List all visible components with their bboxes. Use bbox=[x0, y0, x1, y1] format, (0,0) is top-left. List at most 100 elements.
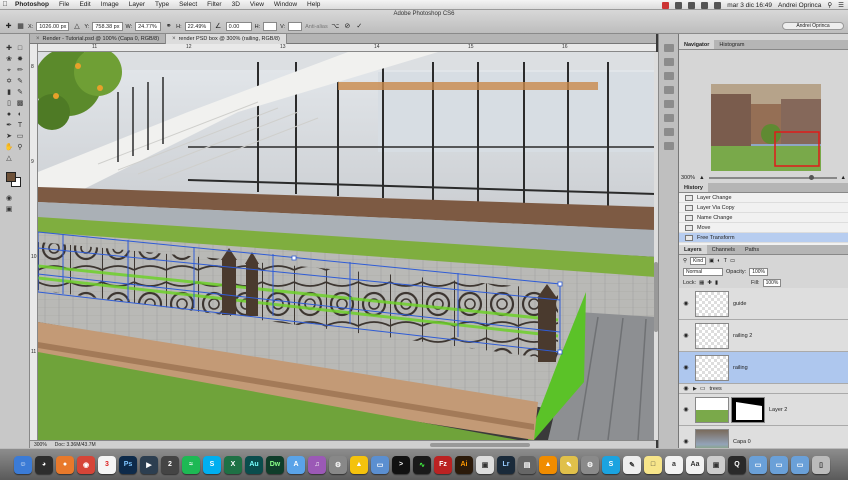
3d-tool-icon[interactable]: △ bbox=[4, 154, 14, 163]
video-icon[interactable]: ▶ bbox=[140, 455, 158, 474]
calendar-icon[interactable]: 3 bbox=[98, 455, 116, 474]
hand-tool-icon[interactable]: ✋ bbox=[4, 143, 14, 152]
stickies-icon[interactable]: □ bbox=[644, 455, 662, 474]
notifications-icon[interactable]: ☰ bbox=[838, 1, 844, 9]
move-tool-icon[interactable]: ✚ bbox=[4, 44, 14, 53]
navigator-zoom-value[interactable]: 300% bbox=[681, 175, 695, 181]
excel-icon[interactable]: X bbox=[224, 455, 242, 474]
info-panel-icon[interactable] bbox=[664, 128, 674, 136]
notes-icon[interactable]: ✎ bbox=[560, 455, 578, 474]
brush-tool-icon[interactable]: ✎ bbox=[15, 77, 25, 86]
trash-icon[interactable]: ▯ bbox=[812, 455, 830, 474]
close-tab-icon[interactable]: × bbox=[172, 34, 176, 44]
chrome-icon[interactable]: ◉ bbox=[77, 455, 95, 474]
activity-icon[interactable]: ∿ bbox=[413, 455, 431, 474]
screen-mode-icon[interactable]: ▣ bbox=[4, 205, 14, 214]
layer-mask-thumbnail[interactable] bbox=[731, 396, 765, 423]
y-field[interactable]: 758.38 px bbox=[92, 22, 123, 31]
fill-field[interactable]: 100% bbox=[762, 278, 782, 287]
filter-shape-icon[interactable]: ▭ bbox=[730, 258, 735, 264]
horizontal-ruler[interactable]: 11 12 13 14 15 16 bbox=[38, 44, 656, 52]
zoom-out-icon[interactable]: ▲ bbox=[699, 175, 704, 181]
app-icon[interactable]: 2 bbox=[161, 455, 179, 474]
doc-size[interactable]: Doc: 3.36M/43.7M bbox=[55, 442, 96, 448]
history-item[interactable]: Name Change bbox=[679, 213, 848, 223]
dictionary-icon[interactable]: Aa bbox=[686, 455, 704, 474]
store-icon[interactable]: A bbox=[287, 455, 305, 474]
menu-layer[interactable]: Layer bbox=[124, 1, 150, 8]
crop-tool-icon[interactable]: ⌖ bbox=[4, 66, 14, 75]
folder2-icon[interactable]: ▭ bbox=[749, 455, 767, 474]
visibility-eye-icon[interactable]: ◉ bbox=[679, 300, 693, 307]
type-tool-icon[interactable]: T bbox=[15, 121, 25, 130]
tab-history[interactable]: History bbox=[679, 183, 708, 192]
menu-window[interactable]: Window bbox=[269, 1, 302, 8]
layer-row[interactable]: ◉ railing 2 bbox=[679, 320, 848, 352]
settings-icon[interactable]: ⚙ bbox=[581, 455, 599, 474]
paragraph-panel-icon[interactable] bbox=[664, 114, 674, 122]
filter-type-icon[interactable]: T bbox=[724, 258, 727, 264]
blend-mode-select[interactable]: Normal bbox=[683, 267, 723, 276]
blur-tool-icon[interactable]: ● bbox=[4, 110, 14, 119]
quick-select-tool-icon[interactable]: ✸ bbox=[15, 55, 25, 64]
close-tab-icon[interactable]: × bbox=[36, 34, 40, 44]
illustrator-icon[interactable]: Ai bbox=[455, 455, 473, 474]
commit-transform-icon[interactable]: ✓ bbox=[355, 22, 364, 31]
font-icon[interactable]: a bbox=[665, 455, 683, 474]
itunes-icon[interactable]: ♫ bbox=[308, 455, 326, 474]
audition-icon[interactable]: Au bbox=[245, 455, 263, 474]
dodge-tool-icon[interactable]: ◐ bbox=[15, 110, 25, 119]
document-canvas[interactable] bbox=[38, 52, 656, 440]
healing-tool-icon[interactable]: ✡ bbox=[4, 77, 14, 86]
height-field[interactable]: 22.49% bbox=[184, 22, 211, 31]
layer-kind-select[interactable]: Kind bbox=[690, 256, 707, 265]
lasso-tool-icon[interactable]: ❀ bbox=[4, 55, 14, 64]
terminal-icon[interactable]: > bbox=[392, 455, 410, 474]
menu-select[interactable]: Select bbox=[174, 1, 202, 8]
visibility-eye-icon[interactable]: ◉ bbox=[679, 332, 693, 339]
photoshop-icon[interactable]: Ps bbox=[119, 455, 137, 474]
apple-icon[interactable]:  bbox=[0, 1, 10, 8]
vertical-ruler[interactable]: 8 9 10 11 bbox=[30, 44, 38, 440]
tool-preset-icon[interactable]: ✚ bbox=[4, 22, 13, 31]
folder3-icon[interactable]: ▭ bbox=[770, 455, 788, 474]
folder4-icon[interactable]: ▭ bbox=[791, 455, 809, 474]
tab-render-tutorial[interactable]: × Render - Tutorial.psd @ 100% (Capa 0, … bbox=[30, 34, 167, 44]
tab-histogram[interactable]: Histogram bbox=[714, 40, 749, 49]
skype-icon[interactable]: S bbox=[203, 455, 221, 474]
brush-panel-icon[interactable] bbox=[664, 142, 674, 150]
user-name[interactable]: Andrei Oprinca bbox=[778, 2, 821, 9]
vskew-field[interactable] bbox=[288, 22, 303, 31]
menu-image[interactable]: Image bbox=[96, 1, 124, 8]
quick-mask-icon[interactable]: ◉ bbox=[4, 194, 14, 203]
delta-icon[interactable]: △ bbox=[72, 22, 81, 31]
angle-field[interactable]: 0.00 bbox=[225, 22, 252, 31]
swatches-panel-icon[interactable] bbox=[664, 58, 674, 66]
monitor-icon[interactable]: ▤ bbox=[518, 455, 536, 474]
firefox-icon[interactable]: ● bbox=[56, 455, 74, 474]
history-item[interactable]: Move bbox=[679, 223, 848, 233]
preview-icon[interactable]: ▣ bbox=[476, 455, 494, 474]
lock-pixels-icon[interactable]: ▦ bbox=[699, 280, 704, 286]
history-item[interactable]: Layer Change bbox=[679, 193, 848, 203]
zoom-slider[interactable] bbox=[708, 175, 837, 180]
vlc-icon[interactable]: ▲ bbox=[539, 455, 557, 474]
google-drive-icon[interactable]: ▲ bbox=[350, 455, 368, 474]
record-icon[interactable] bbox=[662, 1, 670, 9]
warp-icon[interactable]: ⌥ bbox=[331, 22, 340, 31]
lock-all-icon[interactable]: ▮ bbox=[715, 280, 718, 286]
horizontal-scrollbar[interactable] bbox=[430, 443, 530, 447]
finder-icon[interactable]: ☺ bbox=[14, 455, 32, 474]
skype-s-icon[interactable]: S bbox=[602, 455, 620, 474]
shape-tool-icon[interactable]: ▭ bbox=[15, 132, 25, 141]
spotify-icon[interactable]: ≈ bbox=[182, 455, 200, 474]
character-panel-icon[interactable] bbox=[664, 100, 674, 108]
path-select-tool-icon[interactable]: ➤ bbox=[4, 132, 14, 141]
layer-row[interactable]: ◉ guide bbox=[679, 288, 848, 320]
filter-pixel-icon[interactable]: ▣ bbox=[709, 258, 714, 264]
eyedropper-tool-icon[interactable]: ✏ bbox=[15, 66, 25, 75]
tab-navigator[interactable]: Navigator bbox=[679, 40, 715, 49]
zoom-slider-knob[interactable] bbox=[808, 175, 814, 180]
visibility-eye-icon[interactable]: ◉ bbox=[679, 364, 693, 371]
zoom-tool-icon[interactable]: ⚲ bbox=[15, 143, 25, 152]
